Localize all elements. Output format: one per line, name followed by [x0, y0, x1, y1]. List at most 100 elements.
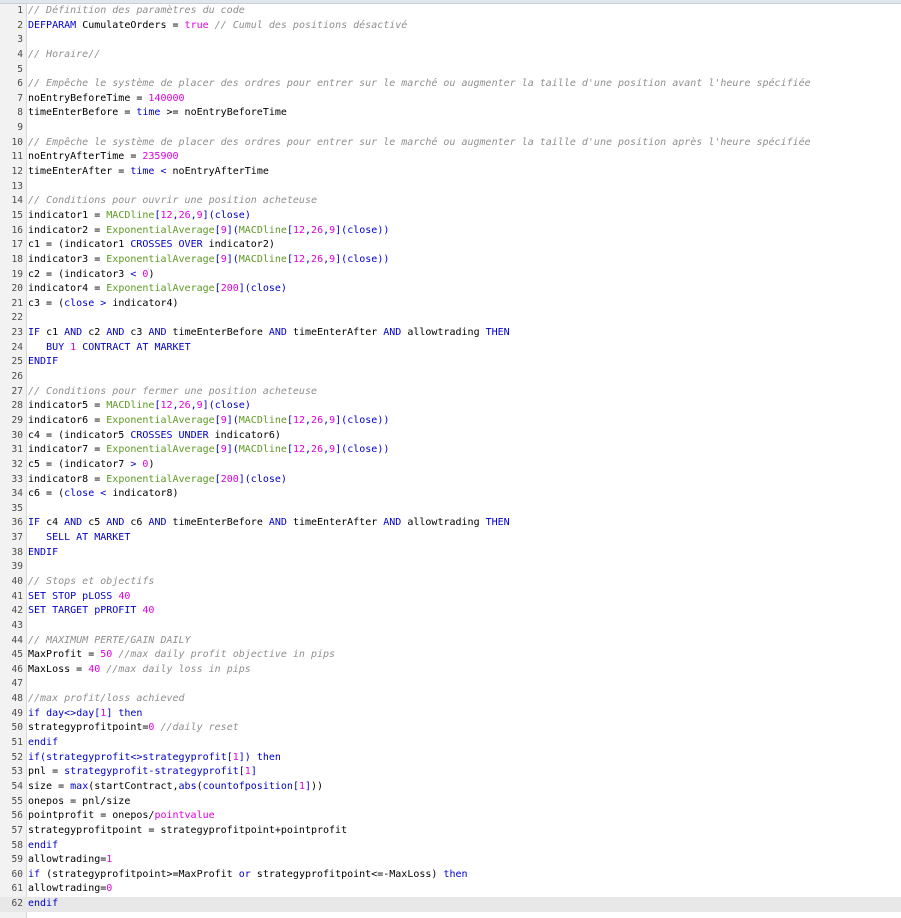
code-text[interactable]: DEFPARAM CumulateOrders = true // Cumul … — [28, 19, 901, 34]
code-line[interactable]: 60 if (strategyprofitpoint>=MaxProfit or … — [0, 868, 901, 883]
code-text[interactable]: c4 = (indicator5 CROSSES UNDER indicator… — [28, 429, 901, 444]
code-line[interactable]: 28 indicator5 = MACDline[12,26,9](close) — [0, 399, 901, 414]
code-line[interactable]: 58 endif — [0, 839, 901, 854]
code-text[interactable]: // Empêche le système de placer des ordr… — [28, 77, 901, 92]
code-line[interactable]: 11 noEntryAfterTime = 235900 — [0, 150, 901, 165]
code-text[interactable]: // Stops et objectifs — [28, 575, 901, 590]
code-text[interactable]: c2 = (indicator3 < 0) — [28, 268, 901, 283]
code-text[interactable]: c6 = (close < indicator8) — [28, 487, 901, 502]
code-text[interactable]: indicator6 = ExponentialAverage[9](MACDl… — [28, 414, 901, 429]
code-line[interactable]: 39 — [0, 560, 901, 575]
code-text[interactable]: noEntryAfterTime = 235900 — [28, 150, 901, 165]
code-text[interactable]: allowtrading=1 — [28, 853, 901, 868]
code-line[interactable]: 57 strategyprofitpoint = strategyprofitpo… — [0, 824, 901, 839]
code-line[interactable]: 54 size = max(startContract,abs(countofpo… — [0, 780, 901, 795]
code-text[interactable]: if(strategyprofit<>strategyprofit[1]) th… — [28, 751, 901, 766]
code-text[interactable]: indicator7 = ExponentialAverage[9](MACDl… — [28, 443, 901, 458]
code-line[interactable]: 33 indicator8 = ExponentialAverage[200](c… — [0, 473, 901, 488]
code-line[interactable]: 34 c6 = (close < indicator8) — [0, 487, 901, 502]
code-text[interactable]: // Horaire// — [28, 48, 901, 63]
code-text[interactable]: pnl = strategyprofit-strategyprofit[1] — [28, 765, 901, 780]
code-line[interactable]: 22 — [0, 311, 901, 326]
code-line[interactable]: 27 // Conditions pour fermer une position… — [0, 385, 901, 400]
code-line[interactable]: 41 SET STOP pLOSS 40 — [0, 590, 901, 605]
code-text[interactable]: indicator3 = ExponentialAverage[9](MACDl… — [28, 253, 901, 268]
code-line[interactable]: 26 — [0, 370, 901, 385]
code-line[interactable]: 25 ENDIF — [0, 355, 901, 370]
code-line[interactable]: 59 allowtrading=1 — [0, 853, 901, 868]
code-text[interactable]: indicator2 = ExponentialAverage[9](MACDl… — [28, 224, 901, 239]
code-text[interactable]: MaxProfit = 50 //max daily profit object… — [28, 648, 901, 663]
code-text[interactable]: endif — [28, 897, 901, 912]
code-text[interactable]: endif — [28, 736, 901, 751]
code-line[interactable]: 24 BUY 1 CONTRACT AT MARKET — [0, 341, 901, 356]
code-line[interactable]: 36 IF c4 AND c5 AND c6 AND timeEnterBefor… — [0, 516, 901, 531]
code-text[interactable]: // MAXIMUM PERTE/GAIN DAILY — [28, 634, 901, 649]
code-text[interactable]: IF c4 AND c5 AND c6 AND timeEnterBefore … — [28, 516, 901, 531]
code-text[interactable]: size = max(startContract,abs(countofposi… — [28, 780, 901, 795]
code-line[interactable]: 51 endif — [0, 736, 901, 751]
code-text[interactable]: indicator4 = ExponentialAverage[200](clo… — [28, 282, 901, 297]
code-line[interactable]: 2 DEFPARAM CumulateOrders = true // Cumul… — [0, 19, 901, 34]
code-line[interactable]: 5 — [0, 63, 901, 78]
code-line[interactable]: 50 strategyprofitpoint=0 //daily reset — [0, 721, 901, 736]
code-line[interactable]: 16 indicator2 = ExponentialAverage[9](MAC… — [0, 224, 901, 239]
code-line[interactable]: 55 onepos = pnl/size — [0, 795, 901, 810]
code-line[interactable]: 23 IF c1 AND c2 AND c3 AND timeEnterBefor… — [0, 326, 901, 341]
code-line[interactable]: 20 indicator4 = ExponentialAverage[200](c… — [0, 282, 901, 297]
code-text[interactable]: // Conditions pour fermer une position a… — [28, 385, 901, 400]
code-line[interactable]: 13 — [0, 180, 901, 195]
code-line[interactable]: 10 // Empêche le système de placer des or… — [0, 136, 901, 151]
code-line[interactable]: 21 c3 = (close > indicator4) — [0, 297, 901, 312]
code-lines[interactable]: 1 // Définition des paramètres du code 2 DE… — [0, 4, 901, 912]
code-text[interactable]: // Définition des paramètres du code — [28, 4, 901, 19]
code-line[interactable]: 53 pnl = strategyprofit-strategyprofit[1] — [0, 765, 901, 780]
code-text[interactable]: if (strategyprofitpoint>=MaxProfit or st… — [28, 868, 901, 883]
code-text[interactable]: indicator5 = MACDline[12,26,9](close) — [28, 399, 901, 414]
code-line[interactable]: 6 // Empêche le système de placer des ord… — [0, 77, 901, 92]
code-text[interactable]: SELL AT MARKET — [28, 531, 901, 546]
code-text[interactable]: onepos = pnl/size — [28, 795, 901, 810]
code-text[interactable]: indicator8 = ExponentialAverage[200](clo… — [28, 473, 901, 488]
code-text[interactable]: timeEnterBefore = time >= noEntryBeforeT… — [28, 106, 901, 121]
code-line[interactable]: 4 // Horaire// — [0, 48, 901, 63]
code-line[interactable]: 40 // Stops et objectifs — [0, 575, 901, 590]
code-line[interactable]: 62 endif — [0, 897, 901, 912]
code-line[interactable]: 3 — [0, 33, 901, 48]
code-text[interactable]: SET TARGET pPROFIT 40 — [28, 604, 901, 619]
code-line[interactable]: 49 if day<>day[1] then — [0, 707, 901, 722]
code-line[interactable]: 19 c2 = (indicator3 < 0) — [0, 268, 901, 283]
code-line[interactable]: 17 c1 = (indicator1 CROSSES OVER indicato… — [0, 238, 901, 253]
code-line[interactable]: 56 pointprofit = onepos/pointvalue — [0, 809, 901, 824]
code-line[interactable]: 32 c5 = (indicator7 > 0) — [0, 458, 901, 473]
code-text[interactable]: // Conditions pour ouvrir une position a… — [28, 194, 901, 209]
code-text[interactable]: allowtrading=0 — [28, 882, 901, 897]
code-line[interactable]: 45 MaxProfit = 50 //max daily profit obje… — [0, 648, 901, 663]
code-text[interactable]: c5 = (indicator7 > 0) — [28, 458, 901, 473]
code-text[interactable]: // Empêche le système de placer des ordr… — [28, 136, 901, 151]
code-text[interactable]: pointprofit = onepos/pointvalue — [28, 809, 901, 824]
code-line[interactable]: 7 noEntryBeforeTime = 140000 — [0, 92, 901, 107]
code-line[interactable]: 29 indicator6 = ExponentialAverage[9](MAC… — [0, 414, 901, 429]
code-line[interactable]: 30 c4 = (indicator5 CROSSES UNDER indicat… — [0, 429, 901, 444]
code-line[interactable]: 46 MaxLoss = 40 //max daily loss in pips — [0, 663, 901, 678]
code-line[interactable]: 8 timeEnterBefore = time >= noEntryBefore… — [0, 106, 901, 121]
code-text[interactable]: timeEnterAfter = time < noEntryAfterTime — [28, 165, 901, 180]
code-text[interactable]: ENDIF — [28, 355, 901, 370]
code-text[interactable]: strategyprofitpoint=0 //daily reset — [28, 721, 901, 736]
code-text[interactable]: BUY 1 CONTRACT AT MARKET — [28, 341, 901, 356]
code-text[interactable]: IF c1 AND c2 AND c3 AND timeEnterBefore … — [28, 326, 901, 341]
code-line[interactable]: 15 indicator1 = MACDline[12,26,9](close) — [0, 209, 901, 224]
code-line[interactable]: 1 // Définition des paramètres du code — [0, 4, 901, 19]
code-line[interactable]: 42 SET TARGET pPROFIT 40 — [0, 604, 901, 619]
code-line[interactable]: 43 — [0, 619, 901, 634]
code-text[interactable]: if day<>day[1] then — [28, 707, 901, 722]
code-line[interactable]: 48 //max profit/loss achieved — [0, 692, 901, 707]
code-line[interactable]: 52 if(strategyprofit<>strategyprofit[1]) … — [0, 751, 901, 766]
code-line[interactable]: 61 allowtrading=0 — [0, 882, 901, 897]
code-line[interactable]: 12 timeEnterAfter = time < noEntryAfterTi… — [0, 165, 901, 180]
code-text[interactable]: c1 = (indicator1 CROSSES OVER indicator2… — [28, 238, 901, 253]
code-text[interactable]: c3 = (close > indicator4) — [28, 297, 901, 312]
code-line[interactable]: 14 // Conditions pour ouvrir une position… — [0, 194, 901, 209]
code-editor[interactable]: 1 // Définition des paramètres du code 2 DE… — [0, 0, 901, 918]
